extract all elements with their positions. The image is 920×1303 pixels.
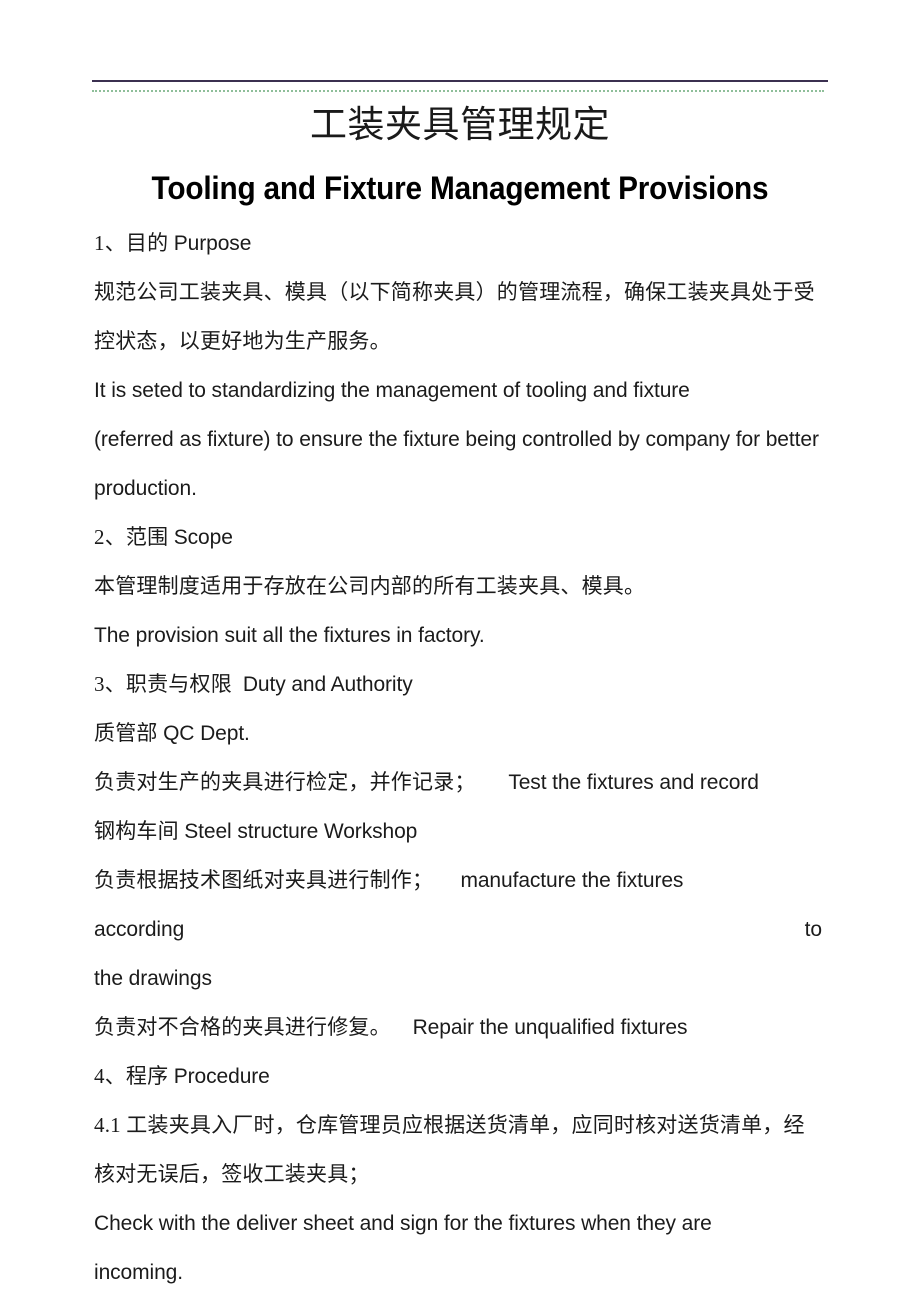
line-latin-run: Steel structure Workshop xyxy=(184,820,418,843)
body-line-english: It is seted to standardizing the managem… xyxy=(94,379,690,402)
header-dotted-rule xyxy=(92,90,825,92)
line-chinese-run: 负责根据技术图纸对夹具进行制作； xyxy=(94,868,461,892)
line-chinese-run: 负责对生产的夹具进行检定，并作记录； xyxy=(94,770,509,794)
line-latin-run: Scope xyxy=(173,526,233,549)
line-chinese-run: 1、目的 xyxy=(94,231,174,255)
document-page: 工装夹具管理规定 Tooling and Fixture Management … xyxy=(0,0,920,1303)
line-latin-run: Test the fixtures and record xyxy=(508,771,759,794)
body-line-english: the drawings xyxy=(94,967,212,990)
section-heading: 3、职责与权限 Duty and Authority xyxy=(94,660,826,709)
line-chinese-run: 3、职责与权限 xyxy=(94,672,243,696)
line-latin-run: Purpose xyxy=(173,232,252,255)
page-header-rules xyxy=(92,80,828,92)
body-line-justified: according to xyxy=(94,905,822,954)
document-title-chinese: 工装夹具管理规定 xyxy=(310,105,610,146)
body-line-mixed: 负责对不合格的夹具进行修复。 Repair the unqualified fi… xyxy=(94,1003,826,1052)
line-chinese-run: 2、范围 xyxy=(94,525,174,549)
section-heading: 4、程序 Procedure xyxy=(94,1052,826,1101)
line-latin-run: QC Dept. xyxy=(163,722,250,745)
line-latin-run: Repair the unqualified fixtures xyxy=(412,1016,688,1039)
document-title-english: Tooling and Fixture Management Provision… xyxy=(151,170,769,206)
body-line-chinese: 规范公司工装夹具、模具（以下简称夹具）的管理流程，确保工装夹具处于受 xyxy=(94,280,815,304)
justified-segment-right: to xyxy=(804,918,822,941)
line-chinese-run: 4、程序 xyxy=(94,1064,174,1088)
justified-segment-left: according xyxy=(94,918,185,941)
section-heading: 质管部 QC Dept. xyxy=(94,709,826,758)
body-line-chinese: 核对无误后，签收工装夹具； xyxy=(94,1162,370,1186)
body-line-english: Check with the deliver sheet and sign fo… xyxy=(94,1212,712,1235)
body-line-chinese: 4.1 工装夹具入厂时，仓库管理员应根据送货清单，应同时核对送货清单，经 xyxy=(94,1113,805,1137)
body-line-english: The provision suit all the fixtures in f… xyxy=(94,624,485,647)
section-heading: 2、范围 Scope xyxy=(94,513,826,562)
document-body: 1、目的 Purpose 规范公司工装夹具、模具（以下简称夹具）的管理流程，确保工… xyxy=(94,219,826,1297)
line-latin-run: manufacture the fixtures xyxy=(460,869,684,892)
header-solid-rule xyxy=(92,80,828,82)
body-line-chinese: 本管理制度适用于存放在公司内部的所有工装夹具、模具。 xyxy=(94,574,646,598)
body-line-english: production. xyxy=(94,477,197,500)
body-line-chinese: 控状态，以更好地为生产服务。 xyxy=(94,329,391,353)
body-line-english: (referred as fixture) to ensure the fixt… xyxy=(94,428,819,451)
line-latin-run: Duty and Authority xyxy=(242,673,413,696)
section-heading: 1、目的 Purpose xyxy=(94,219,826,268)
line-latin-run: Procedure xyxy=(173,1065,270,1088)
body-line-english: incoming. xyxy=(94,1261,183,1284)
body-line-mixed: 负责对生产的夹具进行检定，并作记录； Test the fixtures and… xyxy=(94,758,826,807)
line-chinese-run: 质管部 xyxy=(94,721,164,745)
body-line-mixed: 负责根据技术图纸对夹具进行制作； manufacture the fixture… xyxy=(94,856,826,905)
line-chinese-run: 负责对不合格的夹具进行修复。 xyxy=(94,1015,413,1039)
line-chinese-run: 钢构车间 xyxy=(94,819,185,843)
section-heading: 钢构车间 Steel structure Workshop xyxy=(94,807,826,856)
